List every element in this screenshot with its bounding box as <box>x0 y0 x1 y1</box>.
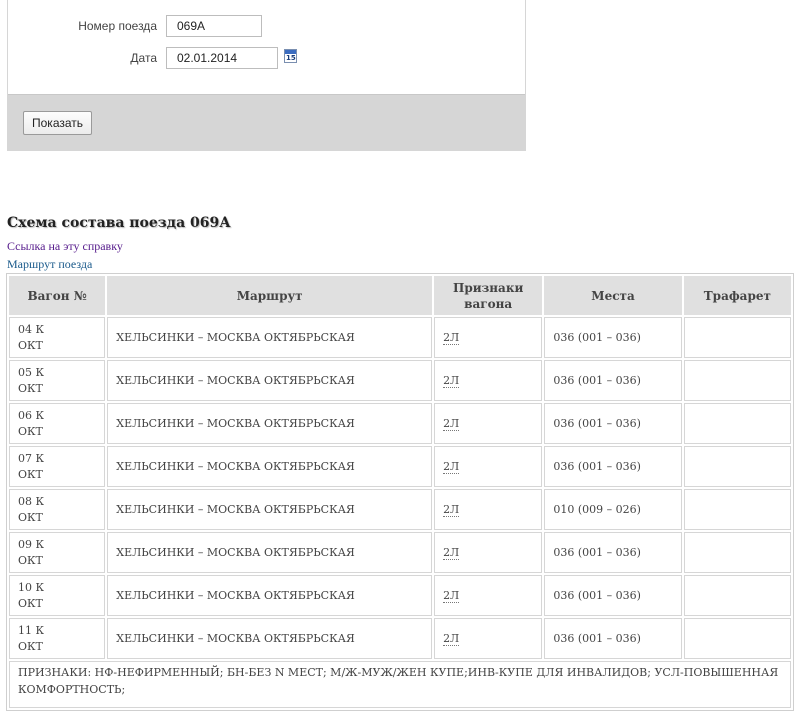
car-signs-cell: 2Л <box>434 446 543 487</box>
table-row: 08 К ОКТ ХЕЛЬСИНКИ – МОСКВА ОКТЯБРЬСКАЯ 2… <box>9 489 791 530</box>
seats-cell: 036 (001 – 036) <box>544 446 682 487</box>
stencil-cell <box>683 618 791 659</box>
train-number-label: Номер поезда <box>78 19 157 33</box>
route-cell: ХЕЛЬСИНКИ – МОСКВА ОКТЯБРЬСКАЯ <box>107 317 433 358</box>
car-signs-cell: 2Л <box>434 532 543 573</box>
car-number: 06 К <box>18 408 45 422</box>
car-number-cell: 11 К ОКТ <box>9 618 106 659</box>
car-number: 09 К <box>18 537 45 551</box>
column-header-stencil: Трафарет <box>683 276 791 315</box>
car-sign-link[interactable]: 2Л <box>443 416 460 431</box>
car-signs-cell: 2Л <box>434 360 543 401</box>
table-footnote-row: ПРИЗНАКИ: НФ-НЕФИРМЕННЫЙ; БН-БЕЗ N МЕСТ;… <box>9 661 791 708</box>
car-number: 07 К <box>18 451 45 465</box>
car-number-cell: 04 К ОКТ <box>9 317 106 358</box>
route-cell: ХЕЛЬСИНКИ – МОСКВА ОКТЯБРЬСКАЯ <box>107 489 433 530</box>
car-sign-link[interactable]: 2Л <box>443 631 460 646</box>
car-number: 11 К <box>18 623 45 637</box>
button-bar: Показать <box>8 94 525 150</box>
reference-link[interactable]: Ссылка на эту справку <box>7 239 123 254</box>
car-number: 04 К <box>18 322 45 336</box>
train-number-input[interactable]: 069А <box>166 15 262 37</box>
table-row: 10 К ОКТ ХЕЛЬСИНКИ – МОСКВА ОКТЯБРЬСКАЯ 2… <box>9 575 791 616</box>
car-sign-link[interactable]: 2Л <box>443 588 460 603</box>
car-number-cell: 06 К ОКТ <box>9 403 106 444</box>
train-number-row: Номер поезда 069А <box>8 14 525 38</box>
car-number-cell: 09 К ОКТ <box>9 532 106 573</box>
car-sign-link[interactable]: 2Л <box>443 373 460 388</box>
car-signs-cell: 2Л <box>434 575 543 616</box>
car-railway: ОКТ <box>18 467 43 481</box>
car-signs-cell: 2Л <box>434 403 543 444</box>
car-signs-cell: 2Л <box>434 489 543 530</box>
seats-cell: 036 (001 – 036) <box>544 532 682 573</box>
train-composition-table-wrap: Вагон № Маршрут Признаки вагона Места Тр… <box>6 273 794 711</box>
seats-cell: 036 (001 – 036) <box>544 317 682 358</box>
car-sign-link[interactable]: 2Л <box>443 330 460 345</box>
route-cell: ХЕЛЬСИНКИ – МОСКВА ОКТЯБРЬСКАЯ <box>107 360 433 401</box>
table-row: 11 К ОКТ ХЕЛЬСИНКИ – МОСКВА ОКТЯБРЬСКАЯ 2… <box>9 618 791 659</box>
car-railway: ОКТ <box>18 338 43 352</box>
date-input[interactable]: 02.01.2014 <box>166 47 278 69</box>
stencil-cell <box>683 360 791 401</box>
seats-cell: 036 (001 – 036) <box>544 575 682 616</box>
car-railway: ОКТ <box>18 424 43 438</box>
stencil-cell <box>683 489 791 530</box>
route-cell: ХЕЛЬСИНКИ – МОСКВА ОКТЯБРЬСКАЯ <box>107 532 433 573</box>
car-railway: ОКТ <box>18 596 43 610</box>
stencil-cell <box>683 317 791 358</box>
car-sign-link[interactable]: 2Л <box>443 545 460 560</box>
calendar-icon-digits: 15 <box>286 54 296 62</box>
car-sign-link[interactable]: 2Л <box>443 502 460 517</box>
car-number-cell: 07 К ОКТ <box>9 446 106 487</box>
date-row: Дата 02.01.2014 15 <box>8 46 525 70</box>
route-cell: ХЕЛЬСИНКИ – МОСКВА ОКТЯБРЬСКАЯ <box>107 446 433 487</box>
show-button[interactable]: Показать <box>23 111 93 135</box>
table-row: 05 К ОКТ ХЕЛЬСИНКИ – МОСКВА ОКТЯБРЬСКАЯ 2… <box>9 360 791 401</box>
table-header-row: Вагон № Маршрут Признаки вагона Места Тр… <box>9 276 791 315</box>
seats-cell: 036 (001 – 036) <box>544 360 682 401</box>
car-railway: ОКТ <box>18 510 43 524</box>
seats-cell: 036 (001 – 036) <box>544 618 682 659</box>
car-railway: ОКТ <box>18 639 43 653</box>
table-row: 06 К ОКТ ХЕЛЬСИНКИ – МОСКВА ОКТЯБРЬСКАЯ 2… <box>9 403 791 444</box>
seats-cell: 036 (001 – 036) <box>544 403 682 444</box>
search-form: Номер поезда 069А Дата 02.01.2014 15 Пок… <box>7 0 526 151</box>
signs-legend-footnote: ПРИЗНАКИ: НФ-НЕФИРМЕННЫЙ; БН-БЕЗ N МЕСТ;… <box>9 661 791 708</box>
car-signs-cell: 2Л <box>434 317 543 358</box>
column-header-signs: Признаки вагона <box>434 276 543 315</box>
table-row: 04 К ОКТ ХЕЛЬСИНКИ – МОСКВА ОКТЯБРЬСКАЯ 2… <box>9 317 791 358</box>
column-header-route: Маршрут <box>107 276 433 315</box>
car-number-cell: 10 К ОКТ <box>9 575 106 616</box>
calendar-icon[interactable]: 15 <box>284 49 297 63</box>
car-number-cell: 05 К ОКТ <box>9 360 106 401</box>
car-number: 05 К <box>18 365 45 379</box>
stencil-cell <box>683 532 791 573</box>
car-number: 08 К <box>18 494 45 508</box>
seats-cell: 010 (009 – 026) <box>544 489 682 530</box>
route-cell: ХЕЛЬСИНКИ – МОСКВА ОКТЯБРЬСКАЯ <box>107 403 433 444</box>
column-header-car: Вагон № <box>9 276 106 315</box>
column-header-seats: Места <box>544 276 682 315</box>
stencil-cell <box>683 403 791 444</box>
date-label: Дата <box>130 51 157 65</box>
route-cell: ХЕЛЬСИНКИ – МОСКВА ОКТЯБРЬСКАЯ <box>107 618 433 659</box>
stencil-cell <box>683 446 791 487</box>
car-number: 10 К <box>18 580 45 594</box>
car-number-cell: 08 К ОКТ <box>9 489 106 530</box>
car-railway: ОКТ <box>18 553 43 567</box>
table-row: 09 К ОКТ ХЕЛЬСИНКИ – МОСКВА ОКТЯБРЬСКАЯ 2… <box>9 532 791 573</box>
car-railway: ОКТ <box>18 381 43 395</box>
train-composition-table: Вагон № Маршрут Признаки вагона Места Тр… <box>6 273 794 711</box>
car-sign-link[interactable]: 2Л <box>443 459 460 474</box>
train-route-link[interactable]: Маршрут поезда <box>7 257 92 272</box>
page-title: Схема состава поезда 069А <box>7 215 231 231</box>
car-signs-cell: 2Л <box>434 618 543 659</box>
route-cell: ХЕЛЬСИНКИ – МОСКВА ОКТЯБРЬСКАЯ <box>107 575 433 616</box>
stencil-cell <box>683 575 791 616</box>
table-row: 07 К ОКТ ХЕЛЬСИНКИ – МОСКВА ОКТЯБРЬСКАЯ 2… <box>9 446 791 487</box>
